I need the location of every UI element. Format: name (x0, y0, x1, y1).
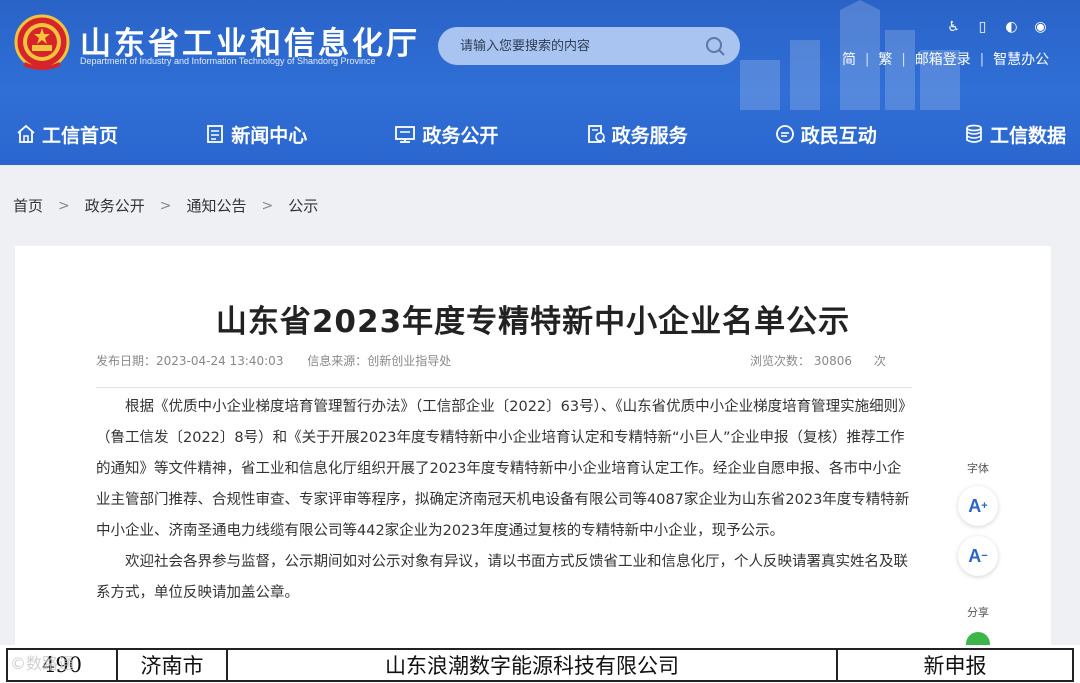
font-size-label: 字体 (967, 462, 989, 475)
nav-label: 政民互动 (800, 124, 877, 147)
view-count: 浏览次数： 30806 次 (750, 352, 886, 369)
share-label: 分享 (967, 606, 989, 619)
nav-label: 新闻中心 (231, 124, 308, 147)
wechat-icon[interactable]: ◐ (1002, 18, 1021, 37)
chat-icon (775, 125, 794, 143)
tool-icons: ♿ ▯ ◐ ◉ (944, 18, 1050, 37)
article-title: 山东省2023年度专精特新中小企业名单公示 (215, 304, 851, 340)
link-separator: | (979, 51, 985, 67)
nav-label: 工信数据 (989, 124, 1066, 147)
nav-item-news[interactable]: 新闻中心 (205, 108, 307, 160)
chevron-right-icon: > (58, 197, 70, 214)
breadcrumb: 首页 > 政务公开 > 通知公告 > 公示 (13, 195, 318, 216)
side-tools: 字体 A + A − 分享 (955, 460, 1001, 656)
info-source: 信息来源：创新创业指导处 (307, 354, 452, 368)
chevron-right-icon: > (261, 197, 274, 214)
font-increase-button[interactable]: A + (958, 486, 998, 526)
nav-item-gov-info[interactable]: 政务公开 (394, 108, 498, 160)
breadcrumb-public-notice[interactable]: 公示 (288, 195, 318, 216)
smart-office-link[interactable]: 智慧办公 (993, 49, 1049, 69)
divider (96, 387, 912, 388)
views-number: 30806 (813, 354, 853, 368)
font-decrease-button[interactable]: A − (958, 536, 998, 576)
table-cell-city: 济南市 (116, 648, 228, 682)
simplified-link[interactable]: 简 (842, 49, 856, 69)
paragraph: 根据《优质中小企业梯度培育管理暂行办法》（工信部企业〔2022〕63号）、《山东… (96, 399, 910, 539)
list-table: 490 济南市 山东浪潮数字能源科技有限公司 新申报 (0, 645, 1080, 683)
search-input[interactable] (438, 27, 698, 65)
site-header: 山东省工业和信息化厅 Department of Industry and In… (0, 0, 1080, 165)
main-nav: 工信首页 新闻中心 政务公开 政务服务 政民互动 工信数据 (0, 108, 1080, 160)
mail-login-link[interactable]: 邮箱登录 (915, 49, 971, 69)
article-meta: 发布日期：2023-04-24 13:40:03 信息来源：创新创业指导处 (96, 352, 471, 369)
news-icon (207, 125, 224, 143)
breadcrumb-gov-info[interactable]: 政务公开 (85, 195, 145, 216)
views-label: 浏览次数： (750, 354, 811, 368)
link-separator: | (865, 51, 870, 67)
national-emblem-logo (14, 14, 70, 70)
gov-info-icon (395, 126, 416, 143)
article-body: 根据《优质中小企业梯度培育管理暂行办法》（工信部企业〔2022〕63号）、《山东… (96, 392, 912, 609)
service-icon (587, 125, 606, 143)
watermark: ©数路通 (10, 654, 75, 673)
paragraph: 欢迎社会各界参与监督，公示期间如对公示对象有异议，请以书面方式反馈省工业和信息化… (96, 554, 908, 601)
nav-item-service[interactable]: 政务服务 (586, 108, 688, 160)
table-cell-company: 山东浪潮数字能源科技有限公司 (226, 648, 838, 682)
table-cell-type: 新申报 (836, 648, 1074, 682)
top-links: 简 | 繁 | 邮箱登录 | 智慧办公 (842, 49, 1049, 69)
article-card: 山东省2023年度专精特新中小企业名单公示 发布日期：2023-04-24 13… (15, 246, 1051, 683)
company-table: 490 济南市 山东浪潮数字能源科技有限公司 新申报 (6, 648, 1074, 682)
site-subtitle: Department of Industry and Information T… (80, 56, 376, 66)
database-icon (966, 124, 982, 143)
search-icon[interactable] (704, 35, 726, 57)
link-separator: | (901, 51, 906, 67)
chevron-right-icon: > (159, 197, 172, 214)
nav-label: 工信首页 (42, 124, 119, 147)
mobile-icon[interactable]: ▯ (973, 18, 992, 37)
publish-date: 发布日期：2023-04-24 13:40:03 (96, 354, 284, 368)
nav-item-data[interactable]: 工信数据 (964, 108, 1066, 160)
home-icon (17, 124, 35, 143)
accessibility-icon[interactable]: ♿ (944, 18, 963, 37)
nav-item-home[interactable]: 工信首页 (16, 108, 118, 160)
nav-item-interaction[interactable]: 政民互动 (775, 108, 877, 160)
weibo-icon[interactable]: ◉ (1031, 18, 1050, 37)
traditional-link[interactable]: 繁 (878, 49, 892, 69)
nav-label: 政务服务 (611, 124, 688, 147)
table-row: 490 济南市 山东浪潮数字能源科技有限公司 新申报 (6, 648, 1074, 682)
font-decrease-label: A (968, 545, 982, 566)
breadcrumb-home[interactable]: 首页 (13, 195, 43, 216)
breadcrumb-notices[interactable]: 通知公告 (187, 195, 247, 216)
font-increase-label: A (968, 495, 982, 516)
search-box (438, 27, 740, 65)
views-unit: 次 (873, 354, 886, 368)
nav-label: 政务公开 (422, 124, 499, 147)
